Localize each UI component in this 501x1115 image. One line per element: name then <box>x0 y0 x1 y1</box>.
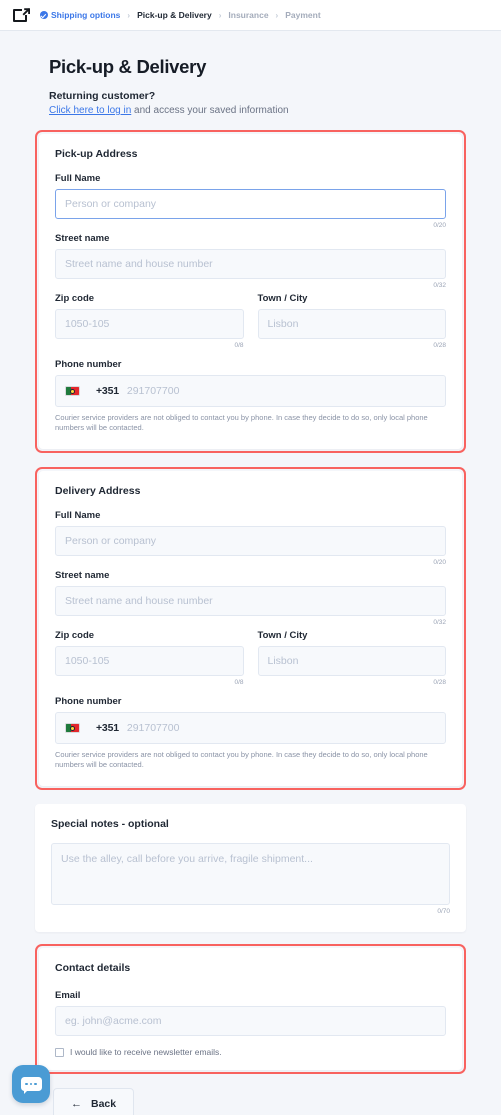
delivery-street-field: Street name 0/32 <box>55 570 446 627</box>
delivery-full-name-input[interactable] <box>55 526 446 556</box>
pickup-address-card: Pick-up Address Full Name 0/20 Street na… <box>39 134 462 449</box>
delivery-zip-field: Zip code 0/8 <box>55 630 244 687</box>
pickup-city-input[interactable] <box>257 309 446 339</box>
arrow-out-icon <box>22 7 30 15</box>
pickup-zip-field: Zip code 0/8 <box>55 293 244 350</box>
arrow-left-icon: ← <box>71 1097 82 1110</box>
pickup-zip-counter: 0/8 <box>234 342 244 349</box>
back-button-label: Back <box>91 1098 117 1110</box>
special-notes-title: Special notes - optional <box>51 818 169 830</box>
delivery-city-field: Town / City 0/28 <box>257 630 446 687</box>
delivery-address-title: Delivery Address <box>55 485 141 497</box>
delivery-phone-placeholder: 291707700 <box>126 722 180 734</box>
special-notes-counter: 0/70 <box>437 908 450 915</box>
delivery-full-name-field: Full Name 0/20 <box>55 510 446 567</box>
pickup-zip-input[interactable] <box>55 309 244 339</box>
pickup-full-name-field: Full Name 0/20 <box>55 173 446 230</box>
chat-bubble-icon <box>20 1077 42 1095</box>
breadcrumb-separator: › <box>218 10 222 20</box>
breadcrumb-item-payment[interactable]: Payment <box>285 10 320 20</box>
pickup-city-field: Town / City 0/28 <box>257 293 446 350</box>
breadcrumb-item-pickup-delivery[interactable]: Pick-up & Delivery <box>137 10 212 20</box>
delivery-city-input[interactable] <box>257 646 446 676</box>
login-prompt: Click here to log in and access your sav… <box>49 105 466 116</box>
pickup-street-input[interactable] <box>55 249 446 279</box>
delivery-address-highlight: Delivery Address Full Name 0/20 Street n… <box>35 467 466 790</box>
special-notes-card: Special notes - optional 0/70 <box>35 804 466 932</box>
breadcrumb-item-insurance[interactable]: Insurance <box>228 10 268 20</box>
special-notes-textarea[interactable] <box>51 843 450 905</box>
delivery-city-counter: 0/28 <box>433 679 446 686</box>
delivery-address-card: Delivery Address Full Name 0/20 Street n… <box>39 471 462 786</box>
pickup-phone-input[interactable]: +351 291707700 <box>55 375 446 407</box>
pickup-zip-city-row: Zip code 0/8 Town / City 0/28 <box>55 293 446 353</box>
page-content: Pick-up & Delivery Returning customer? C… <box>0 56 501 1074</box>
delivery-street-input[interactable] <box>55 586 446 616</box>
delivery-zip-label: Zip code <box>55 630 95 641</box>
login-link[interactable]: Click here to log in <box>49 105 131 116</box>
top-bar: Shipping options › Pick-up & Delivery › … <box>0 0 501 31</box>
pickup-street-counter: 0/32 <box>433 282 446 289</box>
pickup-phone-placeholder: 291707700 <box>126 385 180 397</box>
delivery-zip-input[interactable] <box>55 646 244 676</box>
delivery-street-counter: 0/32 <box>433 619 446 626</box>
delivery-zip-city-row: Zip code 0/8 Town / City 0/28 <box>55 630 446 690</box>
footer: ← Back <box>0 1088 501 1115</box>
delivery-street-label: Street name <box>55 570 110 581</box>
pickup-city-counter: 0/28 <box>433 342 446 349</box>
breadcrumb-item-shipping-options[interactable]: Shipping options <box>40 10 120 20</box>
email-input[interactable] <box>55 1006 446 1036</box>
portugal-flag-icon <box>65 386 80 396</box>
breadcrumb: Shipping options › Pick-up & Delivery › … <box>40 10 321 20</box>
portugal-flag-icon <box>65 723 80 733</box>
contact-details-title: Contact details <box>55 962 131 974</box>
newsletter-checkbox-row[interactable]: I would like to receive newsletter email… <box>55 1047 446 1057</box>
pickup-full-name-counter: 0/20 <box>433 222 446 229</box>
back-button[interactable]: ← Back <box>53 1088 135 1115</box>
breadcrumb-separator: › <box>127 10 131 20</box>
pickup-full-name-input[interactable] <box>55 189 446 219</box>
login-prompt-rest: and access your saved information <box>131 105 289 116</box>
pickup-full-name-label: Full Name <box>55 173 101 184</box>
breadcrumb-separator: › <box>275 10 279 20</box>
email-label: Email <box>55 990 81 1001</box>
pickup-phone-field: Phone number +351 291707700 <box>55 359 446 407</box>
delivery-phone-dialcode: +351 <box>96 722 119 734</box>
newsletter-label: I would like to receive newsletter email… <box>70 1047 222 1057</box>
delivery-phone-field: Phone number +351 291707700 <box>55 696 446 744</box>
pickup-city-label: Town / City <box>257 293 308 304</box>
page-title: Pick-up & Delivery <box>49 56 207 77</box>
newsletter-checkbox[interactable] <box>55 1047 64 1057</box>
pickup-phone-label: Phone number <box>55 359 122 370</box>
delivery-full-name-counter: 0/20 <box>433 559 446 566</box>
contact-details-highlight: Contact details Email I would like to re… <box>35 944 466 1074</box>
breadcrumb-label: Pick-up & Delivery <box>137 10 212 20</box>
check-circle-icon <box>40 11 48 19</box>
app-logo-icon[interactable] <box>13 6 31 24</box>
delivery-city-label: Town / City <box>257 630 308 641</box>
pickup-street-label: Street name <box>55 233 110 244</box>
pickup-address-highlight: Pick-up Address Full Name 0/20 Street na… <box>35 130 466 453</box>
pickup-phone-dialcode: +351 <box>96 385 119 397</box>
delivery-zip-counter: 0/8 <box>234 679 244 686</box>
delivery-phone-input[interactable]: +351 291707700 <box>55 712 446 744</box>
chat-widget-button[interactable] <box>12 1065 50 1103</box>
email-field: Email <box>55 990 446 1036</box>
contact-details-card: Contact details Email I would like to re… <box>39 948 462 1070</box>
breadcrumb-label: Shipping options <box>51 10 121 20</box>
delivery-phone-label: Phone number <box>55 696 122 707</box>
delivery-phone-hint: Courier service providers are not oblige… <box>55 750 428 769</box>
delivery-full-name-label: Full Name <box>55 510 101 521</box>
pickup-street-field: Street name 0/32 <box>55 233 446 290</box>
pickup-phone-hint: Courier service providers are not oblige… <box>55 413 428 432</box>
pickup-address-title: Pick-up Address <box>55 148 138 160</box>
pickup-zip-label: Zip code <box>55 293 95 304</box>
breadcrumb-label: Insurance <box>228 10 269 20</box>
returning-customer-heading: Returning customer? <box>49 90 156 102</box>
breadcrumb-label: Payment <box>285 10 321 20</box>
